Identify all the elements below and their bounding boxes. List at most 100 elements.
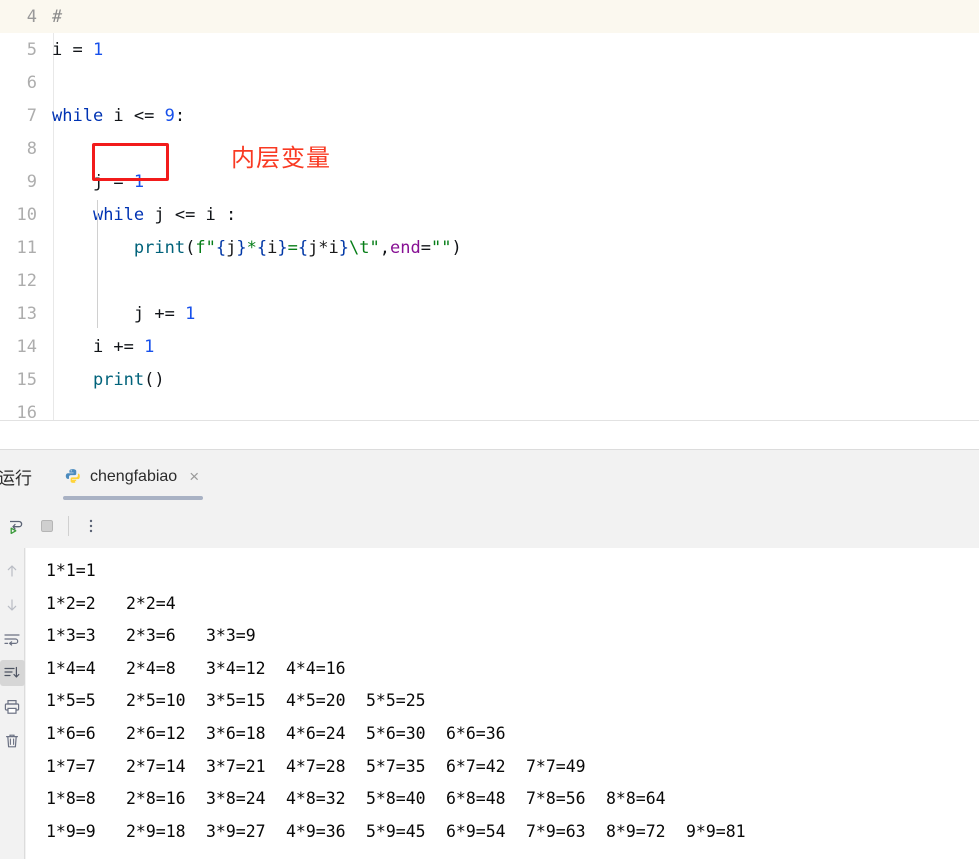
code-line[interactable]: 7 while i <= 9:	[0, 99, 979, 132]
line-number: 15	[16, 369, 37, 390]
console-line: 1*6=6 2*6=12 3*6=18 4*6=24 5*6=30 6*6=36	[26, 718, 979, 751]
line-number: 16	[16, 402, 37, 422]
token-str: ""	[430, 237, 452, 258]
editor-gap	[0, 421, 979, 449]
console-line: 1*5=5 2*5=10 3*5=15 4*5=20 5*5=25	[26, 685, 979, 718]
token-fn: print	[133, 237, 186, 258]
code-editor[interactable]: 4 #5 i = 1 6 7 while i <= 9: 8 9 j = 1 10 while …	[0, 0, 979, 421]
console-cell: 3*6=18	[206, 723, 266, 743]
console-cell: 3*8=24	[206, 789, 266, 809]
code-text: i += 1	[45, 337, 154, 357]
code-text: while i <= 9:	[45, 106, 185, 126]
print-icon[interactable]	[0, 694, 25, 720]
line-number: 5	[26, 39, 37, 60]
token-plain: :	[174, 105, 186, 126]
token-brace: }	[236, 237, 247, 258]
console-cell: 6*9=54	[446, 821, 506, 841]
console-line: 1*8=8 2*8=16 3*8=24 4*8=32 5*8=40 6*8=48 7*8=5…	[26, 783, 979, 816]
token-inbrace: i	[267, 237, 278, 258]
token-plain: j <= i :	[144, 204, 237, 225]
token-fn: print	[92, 369, 145, 390]
code-text: j = 1	[45, 172, 144, 192]
token-num: 9	[164, 105, 175, 126]
console-cell: 3*7=21	[206, 756, 266, 776]
python-icon	[65, 468, 82, 485]
token-num: 1	[133, 171, 145, 192]
token-brace: }	[338, 237, 350, 258]
console-line: 1*2=2 2*2=4	[26, 588, 979, 621]
line-number: 13	[16, 303, 37, 324]
token-kw: while	[92, 204, 145, 225]
code-line[interactable]: 14 i += 1	[0, 330, 979, 363]
code-text: while j <= i :	[45, 205, 236, 225]
arrow-down-icon[interactable]	[0, 592, 25, 618]
token-plain: =	[420, 237, 431, 258]
code-line[interactable]: 11 print(f"{j}*{i}={j*i}\t",end="")	[0, 231, 979, 264]
code-line[interactable]: 12	[0, 264, 979, 297]
console-line: 1*9=9 2*9=18 3*9=27 4*9=36 5*9=45 6*9=54 7*9=6…	[26, 816, 979, 849]
code-line[interactable]: 15 print()	[0, 363, 979, 396]
code-text: #	[45, 7, 62, 27]
soft-wrap-icon[interactable]	[0, 626, 25, 652]
console-cell: 3*9=27	[206, 821, 266, 841]
arrow-up-icon[interactable]	[0, 558, 25, 584]
console-cell: 7*7=49	[526, 756, 586, 776]
code-line[interactable]: 13 j += 1	[0, 297, 979, 330]
token-plain: ,	[379, 237, 390, 258]
code-line[interactable]: 10 while j <= i :	[0, 198, 979, 231]
code-line[interactable]: 5 i = 1	[0, 33, 979, 66]
console-line: 1*7=7 2*7=14 3*7=21 4*7=28 5*7=35 6*7=42 7*7=4…	[26, 751, 979, 784]
console-cell: 3*3=9	[206, 626, 256, 646]
token-plain: )	[451, 237, 462, 258]
more-options-button[interactable]	[76, 511, 106, 541]
console-cell: 1*6=6	[46, 723, 96, 743]
stop-button[interactable]	[32, 511, 62, 541]
console-cell: 1*8=8	[46, 789, 96, 809]
token-num: 1	[144, 336, 155, 357]
console-cell: 4*6=24	[286, 723, 346, 743]
code-lines[interactable]: 4 #5 i = 1 6 7 while i <= 9: 8 9 j = 1 10 while …	[0, 0, 979, 421]
code-line[interactable]: 9 j = 1	[0, 165, 979, 198]
line-number: 6	[26, 72, 37, 93]
line-number: 11	[16, 237, 37, 258]
code-line[interactable]: 16	[0, 396, 979, 422]
console-cell: 6*8=48	[446, 789, 506, 809]
tab-chengfabiao[interactable]: chengfabiao ×	[59, 450, 209, 503]
code-line[interactable]: 8	[0, 132, 979, 165]
console-cell: 2*5=10	[126, 691, 186, 711]
console-cell: 2*4=8	[126, 658, 176, 678]
token-str: f"	[195, 237, 216, 258]
token-cmt: #	[52, 6, 63, 27]
token-plain: ()	[144, 369, 165, 390]
run-toolbar	[0, 503, 979, 548]
console-cell: 5*6=30	[366, 723, 426, 743]
console-cell: 7*9=63	[526, 821, 586, 841]
console-cell: 6*7=42	[446, 756, 506, 776]
toolbar-separator	[68, 515, 69, 536]
rerun-button[interactable]	[2, 511, 32, 541]
run-tool-window-header: 运行 chengfabiao ×	[0, 450, 979, 503]
trash-icon[interactable]	[0, 728, 25, 754]
token-plain: i <=	[103, 105, 165, 126]
console-output[interactable]: 1*1=1 1*2=2 2*2=4 1*3=3 2*3=6 3*3=9 1*4=4 2*4=8…	[26, 548, 979, 859]
console-cell: 2*8=16	[126, 789, 186, 809]
console-cell: 9*9=81	[686, 821, 746, 841]
token-kw: while	[52, 105, 104, 126]
code-line[interactable]: 4 #	[0, 0, 979, 33]
token-plain: i +=	[52, 336, 145, 357]
console-cell: 8*8=64	[606, 789, 666, 809]
line-number: 10	[16, 204, 37, 225]
console-cell: 4*9=36	[286, 821, 346, 841]
scroll-to-end-icon[interactable]	[0, 660, 25, 686]
console-cell: 1*9=9	[46, 821, 96, 841]
code-line[interactable]: 6	[0, 66, 979, 99]
line-number: 8	[26, 138, 37, 159]
line-number: 7	[26, 105, 37, 126]
console-cell: 1*5=5	[46, 691, 96, 711]
token-str: =	[287, 237, 298, 258]
token-brace: {	[256, 237, 268, 258]
console-cell: 2*3=6	[126, 626, 176, 646]
close-icon[interactable]: ×	[189, 468, 199, 485]
